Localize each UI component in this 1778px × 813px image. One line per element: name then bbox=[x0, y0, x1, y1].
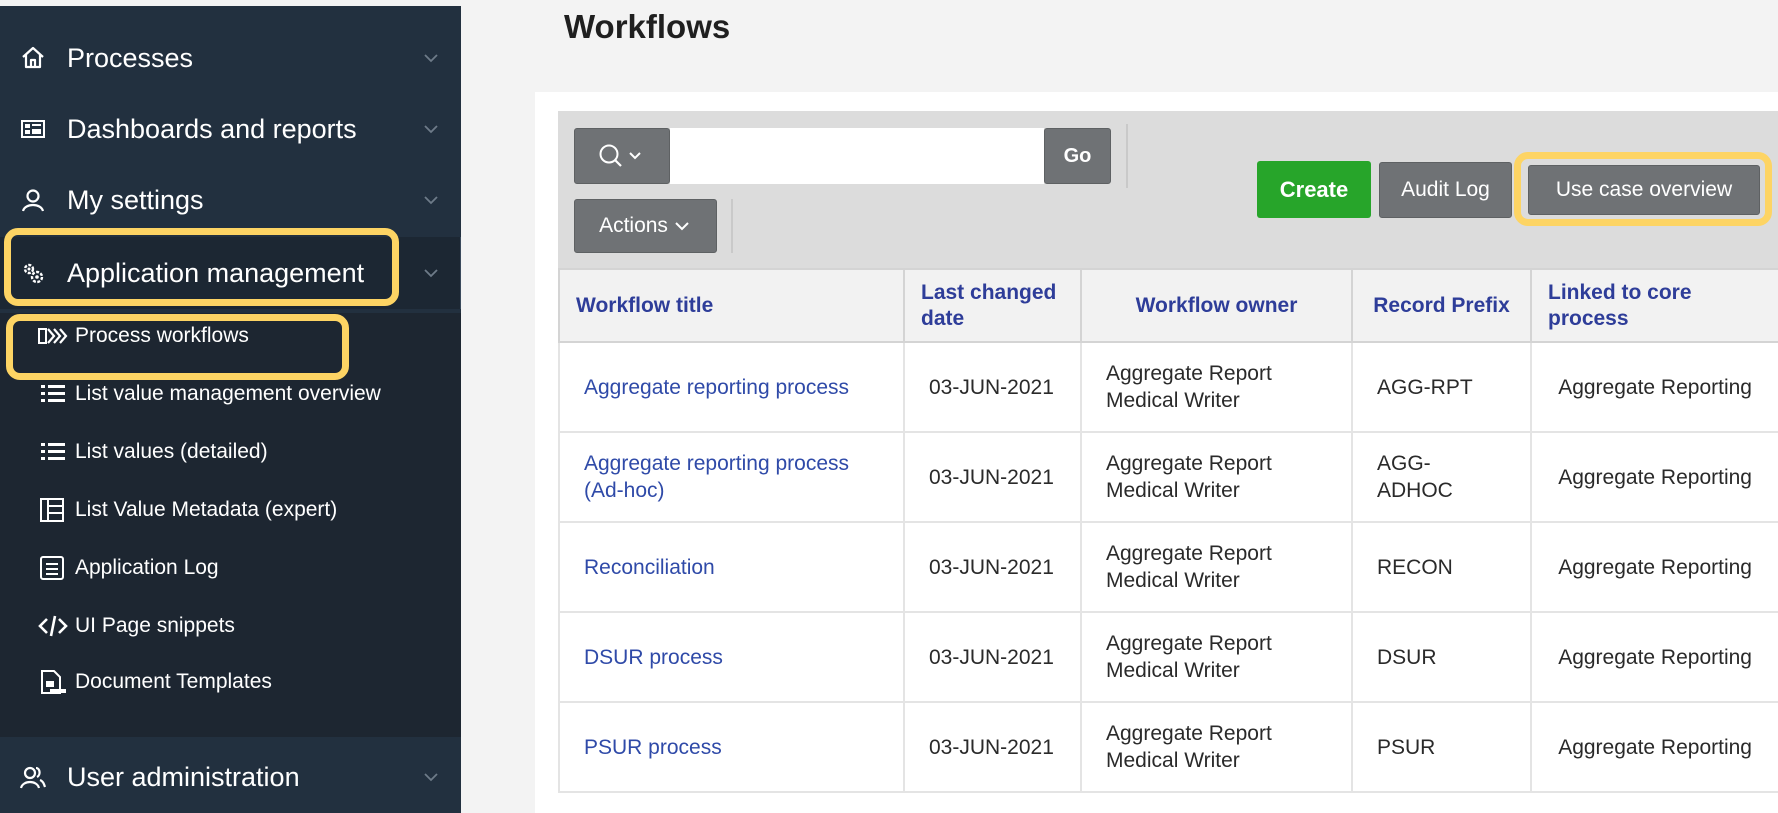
linked-core-process-cell: Aggregate Reporting bbox=[1530, 431, 1778, 523]
user-icon bbox=[21, 189, 45, 212]
search-icon bbox=[599, 144, 641, 167]
gears-icon bbox=[23, 263, 44, 284]
actions-label: Actions bbox=[599, 214, 668, 237]
home-icon bbox=[22, 46, 44, 69]
chevron-down-icon bbox=[424, 54, 438, 63]
sidebar: Processes Dashboards and reports My sett… bbox=[0, 0, 461, 813]
column-header-record-prefix[interactable]: Record Prefix bbox=[1351, 268, 1532, 343]
sub-item-label: UI Page snippets bbox=[75, 614, 235, 637]
record-prefix-cell: AGG-ADHOC bbox=[1351, 431, 1532, 523]
users-icon bbox=[20, 766, 46, 789]
create-button[interactable]: Create bbox=[1257, 161, 1371, 218]
workflow-title-link[interactable]: PSUR process bbox=[558, 701, 905, 793]
nav-dashboards[interactable]: Dashboards and reports bbox=[0, 93, 461, 165]
nav-dashboards-label: Dashboards and reports bbox=[67, 113, 357, 144]
document-template-icon bbox=[41, 670, 66, 694]
search-column-toggle[interactable] bbox=[574, 128, 670, 184]
nav-processes[interactable]: Processes bbox=[0, 22, 461, 94]
sub-item-process-workflows[interactable]: Process workflows bbox=[0, 313, 461, 359]
column-header-linked-to-core-process[interactable]: Linked to core process bbox=[1530, 268, 1778, 343]
linked-core-process-cell: Aggregate Reporting bbox=[1530, 521, 1778, 613]
table-row: Aggregate reporting process (Ad-hoc) 03-… bbox=[558, 431, 1778, 523]
go-button[interactable]: Go bbox=[1044, 128, 1111, 184]
dashboard-icon bbox=[21, 120, 45, 138]
workflow-title-link[interactable]: DSUR process bbox=[558, 611, 905, 703]
column-header-last-changed-date[interactable]: Last changed date bbox=[903, 268, 1082, 343]
chevron-down-icon bbox=[424, 773, 438, 782]
last-changed-date-cell: 03-JUN-2021 bbox=[903, 521, 1082, 613]
nav-user-administration-label: User administration bbox=[67, 761, 300, 792]
toolbar-divider bbox=[731, 199, 733, 253]
nav-user-administration[interactable]: User administration bbox=[0, 741, 461, 813]
search-input[interactable] bbox=[670, 128, 1044, 184]
sub-item-document-templates[interactable]: Document Templates bbox=[0, 659, 461, 705]
sub-item-list-value-management-overview[interactable]: List value management overview bbox=[0, 371, 461, 417]
last-changed-date-cell: 03-JUN-2021 bbox=[903, 611, 1082, 703]
chevron-down-icon bbox=[424, 269, 438, 278]
sub-item-label: Application Log bbox=[75, 556, 219, 579]
nav-processes-label: Processes bbox=[67, 42, 194, 73]
chevron-down-icon bbox=[424, 125, 438, 134]
page-title: Workflows bbox=[564, 8, 731, 45]
record-prefix-cell: RECON bbox=[1351, 521, 1532, 613]
nav-application-management[interactable]: Application management bbox=[0, 237, 461, 309]
use-case-overview-button[interactable]: Use case overview bbox=[1528, 165, 1760, 215]
table-header-row: Workflow title Last changed date Workflo… bbox=[558, 268, 1778, 343]
workflow-owner-cell: Aggregate Report Medical Writer bbox=[1080, 341, 1353, 433]
list-icon bbox=[41, 443, 65, 460]
sub-item-label: List values (detailed) bbox=[75, 440, 268, 463]
actions-button[interactable]: Actions bbox=[574, 199, 717, 253]
sub-item-list-values-detailed[interactable]: List values (detailed) bbox=[0, 429, 461, 475]
record-prefix-cell: AGG-RPT bbox=[1351, 341, 1532, 433]
workflow-title-link[interactable]: Aggregate reporting process (Ad-hoc) bbox=[558, 431, 905, 523]
workflow-owner-cell: Aggregate Report Medical Writer bbox=[1080, 521, 1353, 613]
workflow-icon bbox=[38, 328, 68, 344]
record-prefix-cell: PSUR bbox=[1351, 701, 1532, 793]
code-icon bbox=[38, 615, 68, 637]
table-row: Reconciliation 03-JUN-2021 Aggregate Rep… bbox=[558, 521, 1778, 613]
list-icon bbox=[41, 385, 65, 402]
sidebar-top-strip bbox=[0, 0, 461, 6]
sub-item-label: List value management overview bbox=[75, 382, 381, 405]
nav-my-settings[interactable]: My settings bbox=[0, 164, 461, 236]
linked-core-process-cell: Aggregate Reporting bbox=[1530, 341, 1778, 433]
sub-item-list-value-metadata[interactable]: List Value Metadata (expert) bbox=[0, 487, 461, 533]
nav-application-management-label: Application management bbox=[67, 257, 365, 288]
log-icon bbox=[40, 556, 64, 580]
chevron-down-icon bbox=[675, 222, 689, 231]
column-header-workflow-title[interactable]: Workflow title bbox=[558, 268, 905, 343]
last-changed-date-cell: 03-JUN-2021 bbox=[903, 701, 1082, 793]
sub-item-label: Process workflows bbox=[75, 324, 249, 347]
workflow-owner-cell: Aggregate Report Medical Writer bbox=[1080, 701, 1353, 793]
linked-core-process-cell: Aggregate Reporting bbox=[1530, 611, 1778, 703]
application-management-submenu: Process workflows List value management … bbox=[0, 313, 461, 737]
workflow-title-link[interactable]: Aggregate reporting process bbox=[558, 341, 905, 433]
record-prefix-cell: DSUR bbox=[1351, 611, 1532, 703]
workflows-table: Workflow title Last changed date Workflo… bbox=[558, 268, 1778, 793]
audit-log-button[interactable]: Audit Log bbox=[1379, 162, 1512, 218]
table-row: PSUR process 03-JUN-2021 Aggregate Repor… bbox=[558, 701, 1778, 793]
column-header-workflow-owner[interactable]: Workflow owner bbox=[1080, 268, 1353, 343]
last-changed-date-cell: 03-JUN-2021 bbox=[903, 341, 1082, 433]
workflow-owner-cell: Aggregate Report Medical Writer bbox=[1080, 431, 1353, 523]
table-row: Aggregate reporting process 03-JUN-2021 … bbox=[558, 341, 1778, 433]
chevron-down-icon bbox=[424, 196, 438, 205]
table-icon bbox=[40, 498, 64, 522]
linked-core-process-cell: Aggregate Reporting bbox=[1530, 701, 1778, 793]
workflow-owner-cell: Aggregate Report Medical Writer bbox=[1080, 611, 1353, 703]
sub-item-label: List Value Metadata (expert) bbox=[75, 498, 338, 521]
sub-item-ui-page-snippets[interactable]: UI Page snippets bbox=[0, 603, 461, 649]
table-row: DSUR process 03-JUN-2021 Aggregate Repor… bbox=[558, 611, 1778, 703]
workflow-title-link[interactable]: Reconciliation bbox=[558, 521, 905, 613]
last-changed-date-cell: 03-JUN-2021 bbox=[903, 431, 1082, 523]
sub-item-label: Document Templates bbox=[75, 670, 272, 693]
sub-item-application-log[interactable]: Application Log bbox=[0, 545, 461, 591]
toolbar-divider bbox=[1126, 124, 1128, 188]
nav-my-settings-label: My settings bbox=[67, 184, 204, 215]
